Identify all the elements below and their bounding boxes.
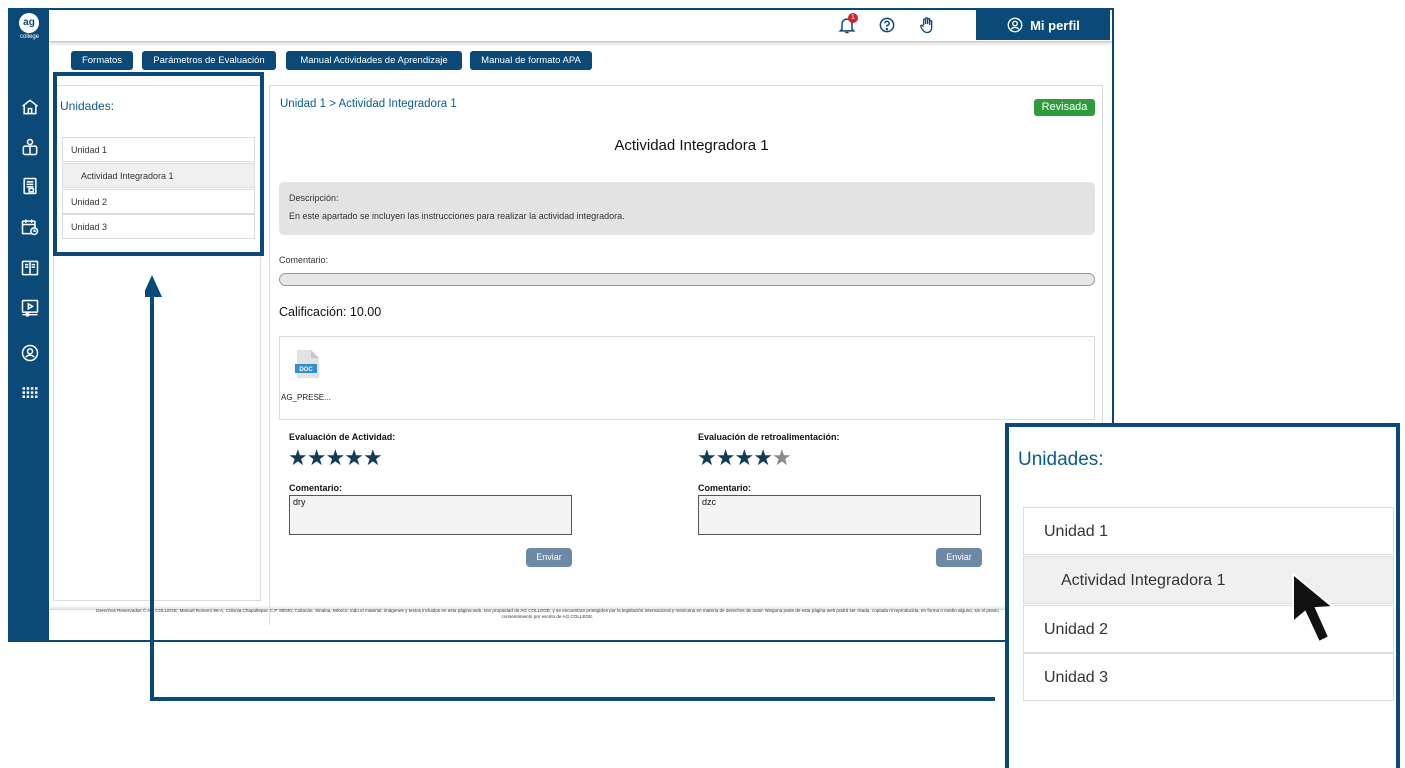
- tab-manual-apa[interactable]: Manual de formato APA: [470, 51, 592, 70]
- units-highlight-frame: [53, 72, 264, 256]
- zoom-unit-item-unidad-1[interactable]: Unidad 1: [1023, 507, 1394, 555]
- brand-logo[interactable]: ag: [19, 13, 39, 33]
- courses-icon[interactable]: [20, 137, 40, 157]
- document-icon[interactable]: [20, 176, 40, 196]
- annotation-arrow: [145, 275, 995, 701]
- raise-hand-icon[interactable]: [917, 15, 937, 35]
- mouse-pointer-icon: [1292, 572, 1336, 644]
- notifications-bell-icon[interactable]: 1: [837, 13, 858, 35]
- comment-label: Comentario:: [279, 255, 329, 265]
- my-profile-button[interactable]: Mi perfil: [976, 10, 1110, 40]
- status-badge: Revisada: [1034, 99, 1095, 116]
- user-avatar-icon: [1007, 17, 1023, 33]
- brand-logo-subtitle: college: [19, 34, 39, 40]
- home-icon[interactable]: [20, 97, 40, 117]
- apps-grid-icon[interactable]: [20, 383, 40, 403]
- my-profile-label: Mi perfil: [1030, 17, 1080, 33]
- breadcrumb[interactable]: Unidad 1 > Actividad Integradora 1: [280, 98, 457, 110]
- calendar-icon[interactable]: [20, 217, 40, 237]
- video-icon[interactable]: [20, 298, 40, 318]
- zoom-unit-item-unidad-3[interactable]: Unidad 3: [1023, 653, 1394, 701]
- activity-title: Actividad Integradora 1: [614, 137, 769, 154]
- library-icon[interactable]: [20, 258, 40, 278]
- zoom-units-title: Unidades:: [1018, 449, 1104, 470]
- tab-parametros-evaluacion[interactable]: Parámetros de Evaluación: [142, 51, 276, 70]
- description-label: Descripción:: [289, 193, 339, 203]
- tab-formatos[interactable]: Formatos: [71, 51, 133, 70]
- description-text: En este apartado se incluyen las instruc…: [289, 211, 625, 221]
- sidebar: ag college: [10, 10, 49, 640]
- tab-manual-actividades[interactable]: Manual Actividades de Aprendizaje: [286, 51, 462, 70]
- notification-count-badge: 1: [848, 13, 858, 23]
- help-icon[interactable]: [877, 15, 897, 35]
- top-bar: 1 Mi perfil: [49, 10, 1112, 42]
- account-icon[interactable]: [20, 343, 40, 363]
- description-box: [279, 182, 1095, 235]
